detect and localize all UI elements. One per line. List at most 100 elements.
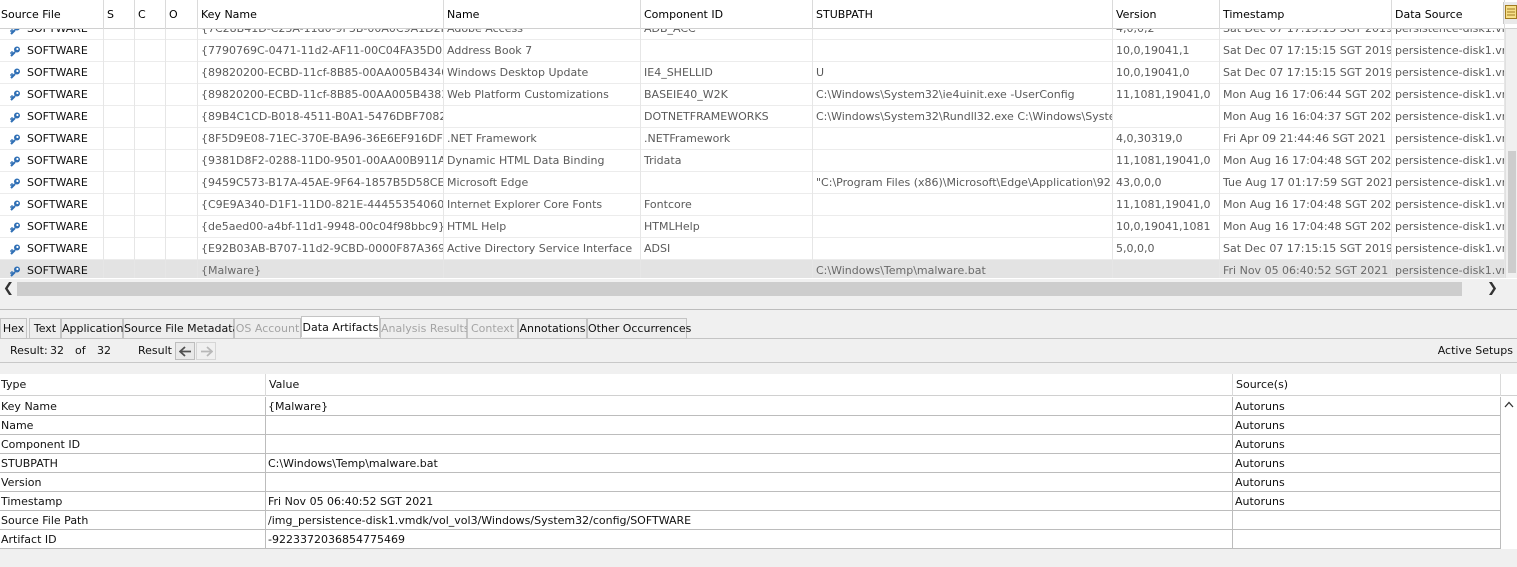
tab-annotations[interactable]: Annotations [518,318,587,338]
table-row[interactable]: SOFTWARE {Malware} C:\Windows\Temp\malware… [0,260,1505,278]
detail-cell-sources [1233,511,1501,530]
detail-cell-value [266,435,1233,454]
cell-o [166,172,198,194]
results-horizontal-scrollbar[interactable]: ❮ ❯ [0,279,1517,299]
detail-row[interactable]: Artifact ID -9223372036854775469 [0,530,1500,549]
detail-column-header-value[interactable]: Value [266,374,1233,396]
cell-source-file: SOFTWARE [0,40,104,62]
result-current: 32 [50,344,64,357]
table-row[interactable]: SOFTWARE {89820200-ECBD-11cf-8B85-00AA005… [0,62,1505,84]
detail-row[interactable]: Name Autoruns [0,416,1500,435]
column-header-version[interactable]: Version [1113,0,1220,29]
tab-other-occurrences[interactable]: Other Occurrences [587,318,691,338]
detail-row[interactable]: STUBPATH C:\Windows\Temp\malware.bat Autor… [0,454,1500,473]
cell-c [135,62,166,84]
cell-c [135,128,166,150]
detail-row[interactable]: Timestamp Fri Nov 05 06:40:52 SGT 2021 Aut… [0,492,1500,511]
result-of-label: of [75,344,86,357]
cell-data-source: persistence-disk1.vmd [1392,62,1505,84]
cell-data-source: persistence-disk1.vmd [1392,194,1505,216]
detail-row[interactable]: Key Name {Malware} Autoruns [0,397,1500,416]
results-vertical-scrollbar[interactable] [1505,29,1517,278]
column-header-source-file[interactable]: Source File [0,0,104,29]
detail-column-header-sources[interactable]: Source(s) [1233,374,1501,396]
cell-name: Active Directory Service Interface [444,238,641,260]
column-header-component-id[interactable]: Component ID [641,0,813,29]
table-row[interactable]: SOFTWARE {9459C573-B17A-45AE-9F64-1857B5D… [0,172,1505,194]
cell-source-file: SOFTWARE [0,238,104,260]
cell-o [166,238,198,260]
tab-application[interactable]: Application [61,318,123,338]
table-row[interactable]: SOFTWARE {7C28B41D-C23A-11d0-9F3B-00A0C9A… [0,29,1505,40]
scroll-right-icon[interactable]: ❯ [1484,280,1501,298]
column-header-stubpath[interactable]: STUBPATH [813,0,1113,29]
scroll-up-icon[interactable] [1504,401,1514,408]
column-chooser-button[interactable] [1503,2,1517,24]
previous-result-button[interactable] [175,342,195,360]
cell-name [444,260,641,278]
detail-cell-value: {Malware} [266,397,1233,416]
results-vertical-scroll-thumb[interactable] [1508,151,1516,273]
table-row[interactable]: SOFTWARE {89820200-ECBD-11cf-8B85-00AA005… [0,84,1505,106]
registry-key-icon [9,220,22,238]
column-header-s[interactable]: S [104,0,135,29]
cell-timestamp: Fri Nov 05 06:40:52 SGT 2021 [1220,260,1392,278]
cell-version: 11,1081,19041,0 [1113,84,1220,106]
table-row[interactable]: SOFTWARE {9381D8F2-0288-11D0-9501-00AA00B… [0,150,1505,172]
cell-text: SOFTWARE [27,176,88,189]
tab-hex[interactable]: Hex [0,318,27,338]
cell-o [166,84,198,106]
scroll-left-icon[interactable]: ❮ [0,280,17,298]
cell-o [166,260,198,278]
cell-text: SOFTWARE [27,88,88,101]
detail-cell-type: Component ID [0,435,266,454]
cell-key-name: {89820200-ECBD-11cf-8B85-00AA005B4383} [198,84,444,106]
detail-row[interactable]: Source File Path/img_persistence-disk1.v… [0,511,1500,530]
cell-version: 10,0,19041,0 [1113,62,1220,84]
cell-c [135,172,166,194]
cell-o [166,29,198,40]
cell-timestamp: Mon Aug 16 17:06:44 SGT 2021 [1220,84,1392,106]
registry-key-icon [9,110,22,128]
cell-o [166,128,198,150]
cell-stubpath: U [813,62,1113,84]
registry-key-icon [9,132,22,150]
table-row[interactable]: SOFTWARE {89B4C1CD-B018-4511-B0A1-5476DBF… [0,106,1505,128]
cell-data-source: persistence-disk1.vmd [1392,216,1505,238]
cell-s [104,216,135,238]
cell-c [135,29,166,40]
table-row[interactable]: SOFTWARE {E92B03AB-B707-11d2-9CBD-0000F87… [0,238,1505,260]
cell-stubpath [813,128,1113,150]
splitter[interactable] [0,299,1517,310]
table-row[interactable]: SOFTWARE {7790769C-0471-11d2-AF11-00C04FA… [0,40,1505,62]
detail-row[interactable]: Version Autoruns [0,473,1500,492]
cell-component-id [641,260,813,278]
detail-cell-value: Fri Nov 05 06:40:52 SGT 2021 [266,492,1233,511]
column-header-timestamp[interactable]: Timestamp [1220,0,1392,29]
column-header-c[interactable]: C [135,0,166,29]
tab-source-file-metadata[interactable]: Source File Metadata [123,318,239,338]
tab-data-artifacts[interactable]: Data Artifacts [301,316,380,337]
table-row[interactable]: SOFTWARE {C9E9A340-D1F1-11D0-821E-4445535… [0,194,1505,216]
detail-column-header-type[interactable]: Type [0,374,266,396]
detail-cell-sources: Autoruns [1235,419,1285,432]
cell-timestamp: Mon Aug 16 17:04:48 SGT 2021 [1220,194,1392,216]
next-result-button[interactable] [196,342,216,360]
column-header-name[interactable]: Name [444,0,641,29]
table-row[interactable]: SOFTWARE {8F5D9E08-71EC-370E-BA96-36E6EF9… [0,128,1505,150]
results-horizontal-scroll-thumb[interactable] [17,282,1462,296]
column-header-data-source[interactable]: Data Source [1392,0,1505,29]
detail-vertical-scrollbar[interactable] [1501,397,1517,549]
column-header-key-name[interactable]: Key Name [198,0,444,29]
tab-text[interactable]: Text [29,318,61,338]
registry-key-icon [9,44,22,62]
cell-source-file: SOFTWARE [0,150,104,172]
cell-s [104,172,135,194]
detail-cell-value: -9223372036854775469 [266,530,1233,549]
cell-key-name: {E92B03AB-B707-11d2-9CBD-0000F87A369E} [198,238,444,260]
detail-row[interactable]: Component ID Autoruns [0,435,1500,454]
cell-text: SOFTWARE [27,198,88,211]
table-row[interactable]: SOFTWARE {de5aed00-a4bf-11d1-9948-00c04f9… [0,216,1505,238]
cell-component-id: IE4_SHELLID [641,62,813,84]
column-header-o[interactable]: O [166,0,198,29]
